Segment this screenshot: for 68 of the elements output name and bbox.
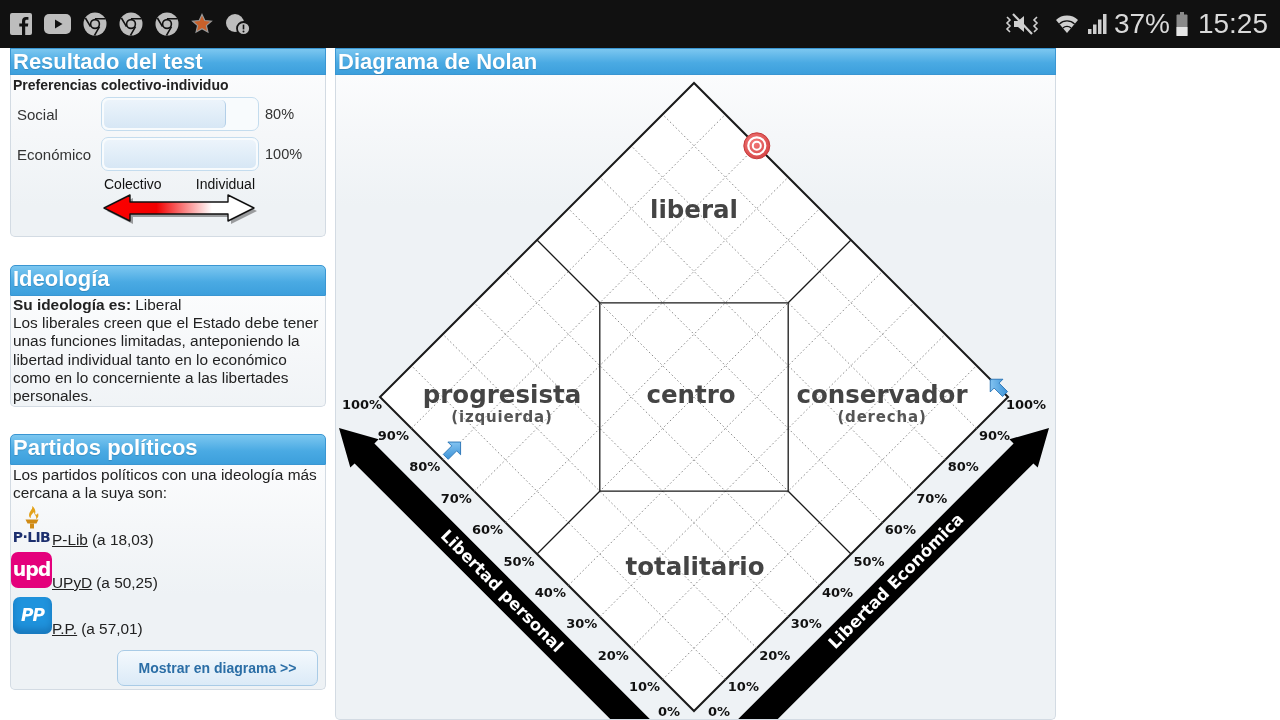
region-label: liberal xyxy=(650,194,738,224)
party-link[interactable]: UPyD xyxy=(52,574,93,592)
target-icon xyxy=(743,132,771,160)
divider-line xyxy=(536,239,601,304)
divider-line xyxy=(536,490,601,555)
f-square-icon[interactable] xyxy=(10,13,32,35)
tick-label: 100% xyxy=(341,396,383,412)
tick-label: 90% xyxy=(979,427,1011,443)
tick-label: 10% xyxy=(629,679,661,695)
aperture-icon[interactable] xyxy=(83,12,107,36)
intro-text: Los partidos políticos con una ideología más cercana a la suya son: xyxy=(12,466,318,502)
tick-label: 0% xyxy=(657,703,681,719)
divider-line xyxy=(787,490,852,555)
ideology-description: Los liberales creen que el Estado debe tener unas funciones limitadas, anteponiendo la libertad individual tanto en lo económico como en lo concerniente a las libertades personales. xyxy=(13,314,320,406)
tick-label: 10% xyxy=(727,679,759,695)
region-sublabel: (izquierda) xyxy=(451,408,553,426)
alert-badge-icon[interactable] xyxy=(225,12,251,36)
region-label: centro xyxy=(646,379,736,409)
region-label: conservador xyxy=(796,379,968,409)
panel-title: Partidos políticos xyxy=(10,434,326,465)
party-link[interactable]: P-Lib xyxy=(52,531,88,549)
bar-reading: 100% xyxy=(264,146,304,162)
bar-reading: 80% xyxy=(264,106,296,122)
scale-label: Colectivo xyxy=(104,176,162,193)
region-label: progresista xyxy=(422,379,582,409)
battery-icon xyxy=(1175,12,1188,36)
tick-label: 30% xyxy=(566,616,598,632)
show-in-diagram-button[interactable]: Mostrar en diagrama >> xyxy=(117,650,318,686)
party-logo: upd xyxy=(11,552,52,588)
party-score: (a 18,03) xyxy=(91,531,154,549)
tick-label: 70% xyxy=(440,490,472,506)
mute-icon xyxy=(1004,11,1039,37)
ideology-result: Su ideología es: Liberal xyxy=(13,296,183,315)
panel-title: Resultado del test xyxy=(10,48,326,75)
double-arrow-icon xyxy=(103,194,257,224)
party-logo: PP xyxy=(13,597,52,634)
party-link[interactable]: P.P. xyxy=(52,620,78,638)
region-sublabel: (derecha) xyxy=(837,408,927,426)
star-icon[interactable] xyxy=(191,13,213,35)
tick-label: 100% xyxy=(1005,396,1047,412)
aperture-icon[interactable] xyxy=(119,12,143,36)
region-label: totalitario xyxy=(625,551,765,581)
clock-time: 15:25 xyxy=(1197,7,1268,41)
party-score: (a 57,01) xyxy=(81,620,143,638)
party-score: (a 50,25) xyxy=(96,574,158,592)
panel-title: Ideología xyxy=(10,265,326,296)
tick-label: 90% xyxy=(377,427,409,443)
panel-title: Diagrama de Nolan xyxy=(335,48,1056,75)
divider-line xyxy=(787,239,852,304)
tick-label: 80% xyxy=(947,459,979,475)
marker-arrow-icon xyxy=(442,441,461,460)
tick-label: 80% xyxy=(409,459,441,475)
tick-label: 20% xyxy=(759,647,791,663)
tick-label: 50% xyxy=(503,553,535,569)
play-icon[interactable] xyxy=(44,14,71,34)
scale-label: Individual xyxy=(195,176,255,193)
panel-subtitle: Preferencias colectivo-individuo xyxy=(13,77,230,94)
battery-percent: 37% xyxy=(1113,7,1170,41)
bar-label: Social xyxy=(16,105,59,123)
tick-label: 20% xyxy=(597,647,629,663)
tick-label: 0% xyxy=(707,703,731,719)
logo-text: P·LIB xyxy=(12,529,51,545)
bar-label: Económico xyxy=(16,145,93,163)
tick-label: 70% xyxy=(916,490,948,506)
marker-arrow-icon xyxy=(989,378,1008,397)
tick-label: 30% xyxy=(790,616,822,632)
aperture-icon[interactable] xyxy=(155,12,179,36)
tick-label: 50% xyxy=(853,553,885,569)
